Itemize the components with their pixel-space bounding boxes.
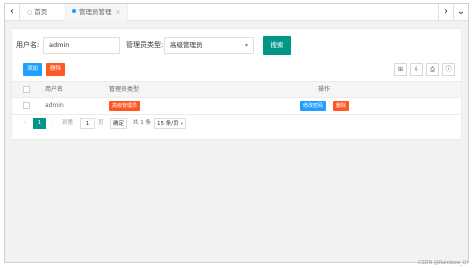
tab-home-label: 首页 [34,8,48,16]
caret-down-icon: ▾ [244,42,248,49]
row-username: admin [45,102,64,109]
active-dot-icon [72,9,76,13]
admin-type-label: 管理员类型: [126,41,164,49]
table-row: admin 高级管理员 修改密码 删除 [12,98,461,115]
page-size-select[interactable]: 15 条/页 ▾ [154,118,186,129]
print-icon[interactable]: ⎙ [426,63,439,76]
chevron-down-icon[interactable]: ⌄ [453,4,468,21]
total-count: 共 1 条 [133,120,151,126]
home-dot-icon: ○ [27,9,33,16]
app-window: ‹ ○ 首页 管理员管理 × › ⌄ 用户名: admin 管理员类型: 高级管理员… [4,3,469,263]
role-badge: 高级管理员 [109,101,141,111]
search-button[interactable]: 搜索 [263,36,291,55]
admin-type-value: 高级管理员 [170,41,203,49]
header-admin-type: 管理员类型 [109,86,140,93]
close-icon[interactable]: × [116,9,121,16]
info-icon[interactable]: ⓘ [442,63,455,76]
prev-page-icon[interactable]: ‹ [24,118,26,129]
batch-delete-button[interactable]: 删除 [46,63,66,76]
next-page-icon[interactable]: › [50,118,52,129]
table-toolbar: 添加 删除 ⊞ ⇩ ⎙ ⓘ [12,63,461,77]
row-checkbox[interactable] [23,102,30,109]
username-input[interactable]: admin [43,37,120,54]
tab-home[interactable]: ○ 首页 [27,4,47,21]
pagination: ‹ 1 › 到第 1 页 确定 共 1 条 15 条/页 ▾ [12,118,461,132]
filter-icon[interactable]: ⊞ [394,63,407,76]
goto-label: 到第 [62,120,74,126]
username-label: 用户名: [16,41,40,49]
tab-scroll-left-icon[interactable]: ‹ [5,4,20,21]
header-username: 用户名 [45,86,64,93]
admin-card: 用户名: admin 管理员类型: 高级管理员 ▾ 搜索 添加 删除 ⊞ ⇩ ⎙… [11,28,462,140]
export-icon[interactable]: ⇩ [410,63,423,76]
row-delete-button[interactable]: 删除 [333,101,350,111]
tab-admin-label: 管理员管理 [79,8,112,16]
tab-admin-management[interactable]: 管理员管理 × [65,4,128,21]
watermark: CSDN @Rainbow_Qi [418,260,468,266]
table-header: 用户名 管理员类型 操作 [12,81,461,98]
page-unit-label: 页 [98,120,104,126]
select-all-checkbox[interactable] [23,86,30,93]
tab-scroll-right-icon[interactable]: › [438,4,453,21]
header-operation: 操作 [318,86,331,93]
page-number-input[interactable]: 1 [80,118,95,129]
add-button[interactable]: 添加 [23,63,43,76]
tab-bar: ‹ ○ 首页 管理员管理 × › ⌄ [5,4,468,21]
caret-down-icon: ▾ [180,122,183,127]
current-page[interactable]: 1 [33,118,46,129]
page-size-value: 15 条/页 [157,121,179,127]
confirm-page-button[interactable]: 确定 [110,118,127,129]
change-password-button[interactable]: 修改密码 [300,101,327,111]
admin-type-select[interactable]: 高级管理员 ▾ [164,37,254,54]
search-form: 用户名: admin 管理员类型: 高级管理员 ▾ 搜索 [12,36,461,55]
